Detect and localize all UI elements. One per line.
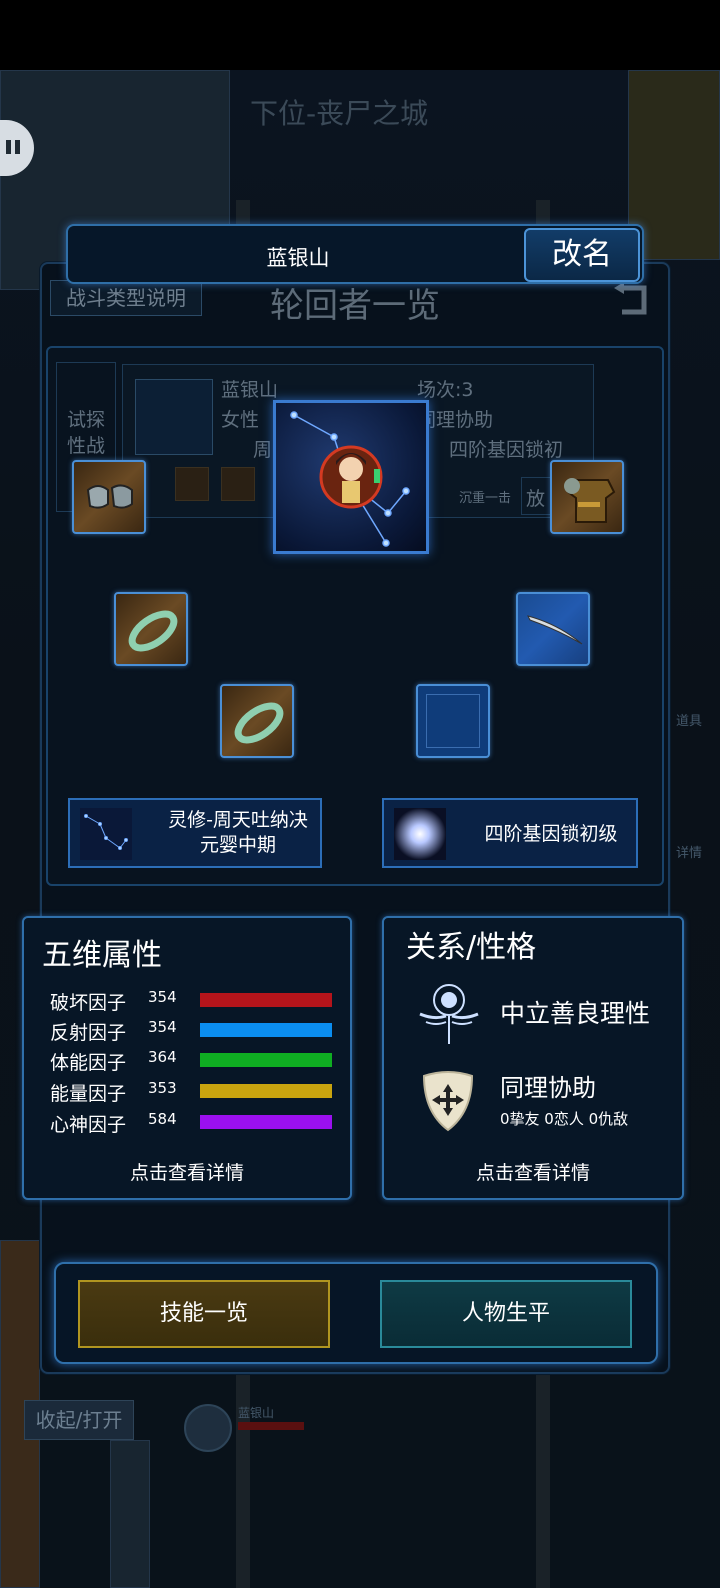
card-equip-icon — [221, 467, 255, 501]
stat-row: 能量因子 353 — [50, 1079, 350, 1105]
stat-bar — [200, 1115, 332, 1129]
card-rounds: 场次:3 — [417, 379, 474, 401]
rename-button[interactable]: 改名 — [524, 228, 640, 282]
gauntlets-slot[interactable] — [72, 460, 146, 534]
skills-list-button[interactable]: 技能一览 — [78, 1280, 330, 1348]
shield-cross-icon — [422, 1071, 474, 1132]
stat-name: 反射因子 — [50, 1022, 127, 1044]
map-name-tag: 蓝银山 — [238, 1406, 275, 1420]
relations-title: 关系/性格 — [406, 930, 537, 965]
relations-box[interactable]: 关系/性格 中立善良理性 同理协助 0挚友 0恋人 0仇敌 点击查看详情 — [382, 916, 684, 1200]
constellation-icon — [80, 808, 132, 860]
biography-button[interactable]: 人物生平 — [380, 1280, 632, 1348]
stat-bar — [200, 993, 332, 1007]
rename-bar: 蓝银山 改名 — [66, 224, 644, 284]
winged-emblem-icon — [419, 984, 479, 1044]
cultivation-method: 灵修-周天吐纳决 — [168, 809, 308, 831]
stat-bar — [200, 1053, 332, 1067]
jade-bracelet-icon — [234, 702, 284, 744]
avatar — [184, 1404, 232, 1452]
stat-value: 353 — [148, 1079, 177, 1097]
gene-lock-button[interactable]: 四阶基因锁初级 — [382, 798, 638, 868]
collapse-toggle-button[interactable]: 收起/打开 — [24, 1400, 134, 1440]
armor-icon — [564, 478, 616, 523]
health-bar — [238, 1422, 304, 1430]
alignment-label: 中立善良理性 — [500, 999, 651, 1028]
battle-type-button[interactable]: 战斗类型说明 — [50, 280, 202, 316]
card-extra-button[interactable]: 放 — [521, 477, 551, 515]
card-gender: 女性 — [221, 409, 260, 431]
stat-value: 354 — [148, 988, 177, 1006]
stat-row: 体能因子 364 — [50, 1048, 350, 1074]
jade-bracelet-slot-1[interactable] — [114, 592, 188, 666]
stat-bar — [200, 1084, 332, 1098]
card-equip-icon — [175, 467, 209, 501]
blade-slot[interactable] — [516, 592, 590, 666]
jade-bracelet-slot-2[interactable] — [220, 684, 294, 758]
character-name-field[interactable]: 蓝银山 — [68, 242, 528, 272]
empty-equipment-slot[interactable] — [416, 684, 490, 758]
gauntlets-icon — [86, 484, 133, 509]
city-title: 下位-丧尸之城 — [250, 97, 429, 130]
bg-building — [110, 1440, 150, 1588]
attributes-box[interactable]: 五维属性 破坏因子 354 反射因子 354 体能因子 364 能量因子 353… — [22, 916, 352, 1200]
stat-row: 破坏因子 354 — [50, 988, 350, 1014]
stat-name: 能量因子 — [50, 1083, 127, 1105]
cultivation-level: 元婴中期 — [199, 834, 276, 856]
card-skill-tag: 沉重一击 — [459, 491, 512, 506]
attributes-title: 五维属性 — [42, 938, 162, 973]
card-avatar — [135, 379, 213, 455]
constellation-icon — [290, 411, 410, 547]
stat-name: 体能因子 — [50, 1052, 127, 1074]
stat-bar — [200, 1023, 332, 1037]
relations-detail-link[interactable]: 点击查看详情 — [384, 1158, 682, 1185]
cultivation-button[interactable]: 灵修-周天吐纳决 元婴中期 — [68, 798, 322, 868]
gene-lock-level: 四阶基因锁初级 — [484, 823, 618, 845]
starburst-icon — [394, 808, 446, 860]
stat-row: 心神因子 584 — [50, 1110, 350, 1136]
armor-slot[interactable] — [550, 460, 624, 534]
side-items-label: 道具 — [676, 714, 703, 729]
stat-name: 心神因子 — [50, 1114, 127, 1136]
side-details-label: 详情 — [676, 846, 703, 861]
card-cultivation: 周 — [253, 439, 273, 461]
card-gene-lock: 四阶基因锁初 — [449, 439, 564, 461]
stat-row: 反射因子 354 — [50, 1018, 350, 1044]
blade-icon — [527, 615, 583, 645]
attributes-detail-link[interactable]: 点击查看详情 — [24, 1158, 350, 1185]
stat-value: 584 — [148, 1110, 177, 1128]
character-portrait[interactable] — [273, 400, 429, 554]
personality-label: 同理协助 — [500, 1074, 596, 1102]
stat-value: 354 — [148, 1018, 177, 1036]
stat-value: 364 — [148, 1048, 177, 1066]
jade-bracelet-icon — [128, 610, 178, 652]
stat-name: 破坏因子 — [50, 992, 127, 1014]
relation-counts: 0挚友 0恋人 0仇敌 — [500, 1110, 629, 1128]
back-icon[interactable] — [610, 282, 650, 318]
card-name: 蓝银山 — [221, 379, 279, 401]
